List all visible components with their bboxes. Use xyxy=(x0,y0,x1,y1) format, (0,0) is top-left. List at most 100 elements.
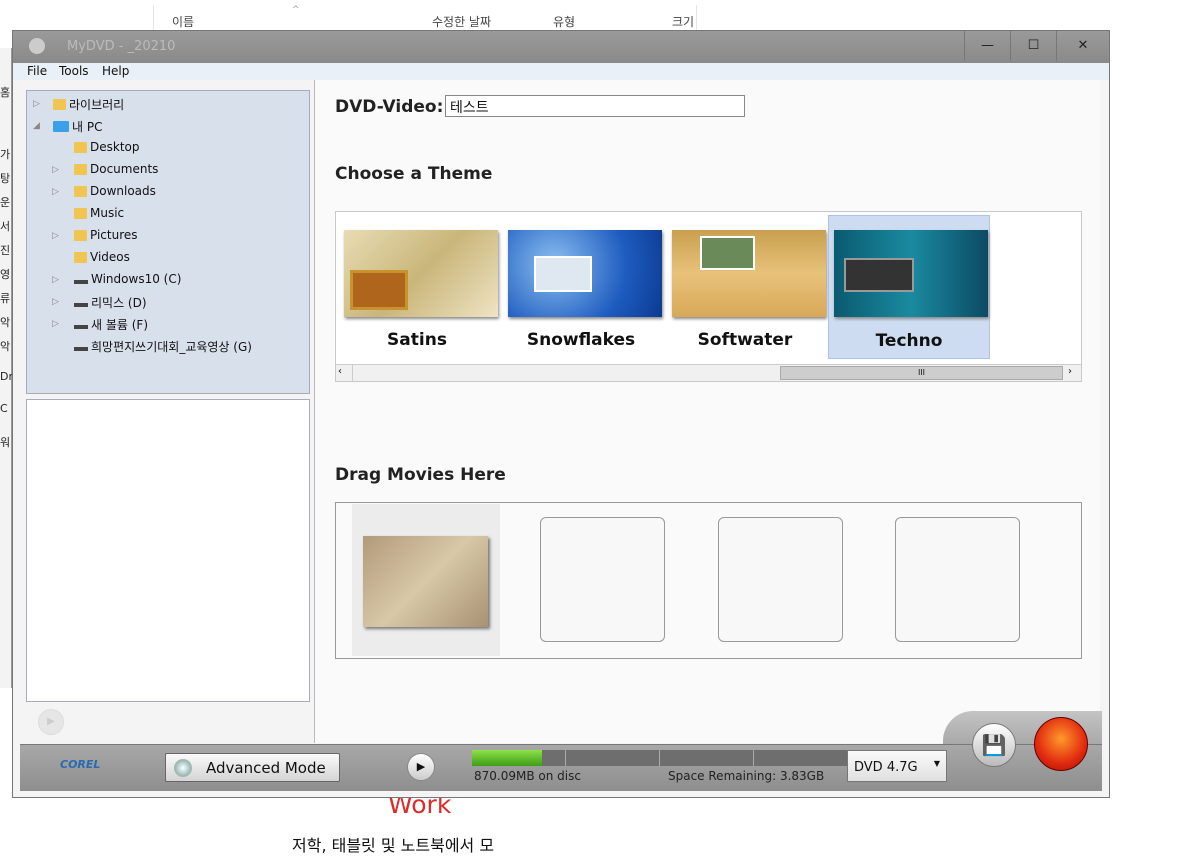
choose-theme-heading: Choose a Theme xyxy=(335,164,493,184)
expand-icon[interactable]: ▷ xyxy=(33,99,40,109)
tree-label: 리믹스 (D) xyxy=(91,296,147,310)
movie-slot-empty[interactable] xyxy=(540,517,665,642)
fragment: 악 xyxy=(0,316,11,329)
expand-icon[interactable]: ▷ xyxy=(52,231,59,241)
folder-icon xyxy=(74,229,87,241)
tree-label: 희망편지쓰기대회_교육영상 (G) xyxy=(91,340,252,354)
tree-label: 라이브러리 xyxy=(69,98,125,112)
tree-item-videos[interactable]: Videos xyxy=(74,250,130,264)
tree-label: Music xyxy=(90,206,125,220)
tree-item-pc[interactable]: 내 PC xyxy=(53,118,102,135)
mydvd-window: MyDVD - _20210 — ☐ ✕ File Tools Help ▷ 라… xyxy=(12,30,1110,798)
column-date: 수정한 날짜 xyxy=(432,15,492,29)
tree-label: 새 볼륨 (F) xyxy=(91,318,149,332)
theme-softwater[interactable]: Softwater xyxy=(664,215,826,359)
theme-gallery: Satins Snowflakes Softwater Techno ‹ III… xyxy=(335,211,1082,382)
menu-file[interactable]: File xyxy=(27,64,47,78)
tree-label: Videos xyxy=(90,250,130,264)
theme-techno[interactable]: Techno xyxy=(828,215,990,359)
dropdown-arrow-icon: ▼ xyxy=(933,759,940,768)
sort-arrow-icon: ^ xyxy=(292,5,300,15)
scroll-right-icon[interactable]: › xyxy=(1068,366,1072,377)
window-title: MyDVD - _20210 xyxy=(67,39,176,54)
theme-satins[interactable]: Satins xyxy=(336,215,498,359)
fragment: 가 xyxy=(0,148,11,161)
drag-movies-heading: Drag Movies Here xyxy=(335,465,506,485)
disc-usage-meter xyxy=(472,750,848,766)
movie-slot-filled[interactable] xyxy=(352,504,500,656)
title-bar[interactable]: MyDVD - _20210 — ☐ ✕ xyxy=(13,31,1109,63)
expand-icon[interactable]: ▷ xyxy=(52,187,59,197)
scroll-thumb[interactable]: III xyxy=(780,366,1063,380)
tree-item-drive-d[interactable]: 리믹스 (D) xyxy=(74,294,147,311)
theme-scrollbar[interactable]: ‹ III › xyxy=(336,364,1081,381)
theme-label: Techno xyxy=(875,331,943,351)
save-disk-icon[interactable]: 💾 xyxy=(972,723,1016,767)
tree-label: Windows10 (C) xyxy=(91,272,182,286)
folder-icon xyxy=(74,207,87,219)
dvd-title-input[interactable]: 테스트 xyxy=(445,95,745,117)
expand-icon[interactable]: ▷ xyxy=(52,297,59,307)
tree-item-drive-c[interactable]: Windows10 (C) xyxy=(74,272,181,286)
tree-item-library[interactable]: 라이브러리 xyxy=(53,96,124,113)
column-type: 유형 xyxy=(553,15,576,29)
theme-thumbnail xyxy=(672,230,826,317)
space-remaining-text: Space Remaining: 3.83GB xyxy=(668,769,825,783)
close-button[interactable]: ✕ xyxy=(1056,31,1109,61)
column-size: 크기 xyxy=(672,15,695,29)
fragment: 운 xyxy=(0,196,11,209)
movie-drop-zone[interactable] xyxy=(335,502,1082,659)
preview-play-icon[interactable]: ▶ xyxy=(38,709,64,735)
drive-icon xyxy=(74,347,88,351)
movie-slot-empty[interactable] xyxy=(718,517,843,642)
fragment: C xyxy=(0,402,8,415)
tree-item-documents[interactable]: Documents xyxy=(74,162,158,176)
movie-slot-empty[interactable] xyxy=(895,517,1020,642)
corel-logo: COREL xyxy=(60,758,101,771)
fragment: 악 xyxy=(0,340,11,353)
minimize-button[interactable]: — xyxy=(964,31,1010,61)
tree-label: 내 PC xyxy=(72,120,103,134)
tree-label: Downloads xyxy=(90,184,156,198)
fragment: 진 xyxy=(0,244,11,257)
menu-tools[interactable]: Tools xyxy=(59,64,89,78)
drive-icon xyxy=(74,279,88,284)
background-file-list-header: 이름 ^ 수정한 날짜 유형 크기 xyxy=(153,5,697,31)
background-explorer-nav: 홈 가 탕 운 서 진 영 류 악 악 Dr C 워 xyxy=(0,48,13,688)
drive-icon xyxy=(74,325,88,329)
fragment: 서 xyxy=(0,220,11,233)
dvd-video-label: DVD-Video: xyxy=(335,97,444,117)
bottom-toolbar: COREL Advanced Mode ▶ 870.09MB on disc S… xyxy=(20,717,1102,791)
tree-item-pictures[interactable]: Pictures xyxy=(74,228,138,242)
expand-icon[interactable]: ▷ xyxy=(52,275,59,285)
tree-item-drive-g[interactable]: 희망편지쓰기대회_교육영상 (G) xyxy=(74,338,252,355)
expand-icon[interactable]: ▷ xyxy=(52,319,59,329)
menu-help[interactable]: Help xyxy=(102,64,129,78)
maximize-button[interactable]: ☐ xyxy=(1010,31,1056,61)
play-icon[interactable]: ▶ xyxy=(407,753,435,781)
column-name: 이름 xyxy=(172,15,195,29)
folder-icon xyxy=(74,163,87,175)
advanced-mode-button[interactable]: Advanced Mode xyxy=(165,753,340,782)
folder-icon xyxy=(74,141,87,153)
burn-button[interactable] xyxy=(1034,717,1088,771)
theme-thumbnail xyxy=(508,230,662,317)
disc-type-value: DVD 4.7G xyxy=(854,760,918,775)
tree-label: Pictures xyxy=(90,228,138,242)
folder-icon xyxy=(74,185,87,197)
expand-icon[interactable]: ▷ xyxy=(52,165,59,175)
movie-thumbnail xyxy=(363,536,488,627)
used-space-text: 870.09MB on disc xyxy=(474,769,581,783)
tree-item-drive-f[interactable]: 새 볼륨 (F) xyxy=(74,316,148,333)
folder-icon xyxy=(74,251,87,263)
scroll-left-icon[interactable]: ‹ xyxy=(338,366,342,377)
fragment: 홈 xyxy=(0,86,11,99)
disc-type-select[interactable]: DVD 4.7G ▼ xyxy=(847,750,947,782)
tree-item-downloads[interactable]: Downloads xyxy=(74,184,156,198)
theme-snowflakes[interactable]: Snowflakes xyxy=(500,215,662,359)
collapse-icon[interactable]: ◢ xyxy=(33,121,40,131)
tree-item-desktop[interactable]: Desktop xyxy=(74,140,140,154)
theme-label: Softwater xyxy=(697,330,793,350)
tree-item-music[interactable]: Music xyxy=(74,206,124,220)
disc-icon xyxy=(174,758,192,777)
